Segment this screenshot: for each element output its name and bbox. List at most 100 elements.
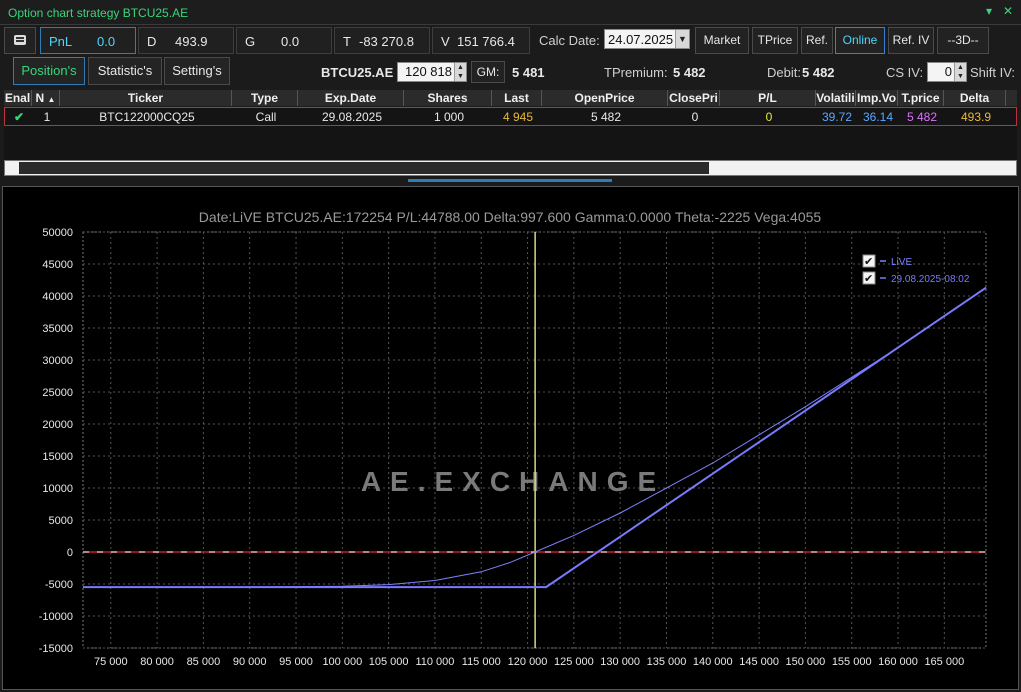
col-enabled[interactable]: Enal [4,90,32,106]
x-tick-label: 135 000 [647,656,687,668]
scrollbar-thumb[interactable] [19,162,709,174]
tab-settings[interactable]: Setting's [164,57,230,85]
col-shares[interactable]: Shares [404,90,492,106]
cs-iv-label: CS IV: [886,65,924,80]
gamma-label: G [245,34,256,49]
col-open-price[interactable]: OpenPrice [542,90,668,106]
shift-iv-label: Shift IV: [970,65,1016,80]
x-tick-label: 110 000 [415,656,454,668]
calc-date-select[interactable]: 24.07.2025 ▼ [604,29,690,49]
row-last: 4 945 [502,110,534,124]
calc-date-label: Calc Date: [539,33,600,48]
title-bar: Option chart strategy BTCU25.AE ▾ ✕ [0,0,1021,25]
col-t-price[interactable]: T.price [898,90,944,106]
chart-title: Date:LiVE BTCU25.AE:172254 P/L:44788.00 … [199,209,822,225]
legend-check-icon: ✔ [864,255,873,268]
x-tick-label: 140 000 [693,656,733,668]
row-ticker: BTC122000CQ25 [99,110,195,124]
underlying-price-value: 120 818 [405,64,452,79]
pin-dropdown-icon[interactable]: ▾ [986,4,992,18]
y-tick-label: 5000 [49,515,73,527]
col-n[interactable]: N ▲ [32,90,60,106]
col-ticker[interactable]: Ticker [60,90,232,106]
row-delta: 493.9 [960,110,992,124]
gm-button[interactable]: GM: [471,61,505,83]
x-tick-label: 120 000 [508,656,548,668]
summary-bar: Position's Statistic's Setting's BTCU25.… [0,56,1021,88]
enabled-check-icon[interactable]: ✔ [5,109,33,125]
y-tick-label: -10000 [39,611,73,623]
ref-iv-button[interactable]: Ref. IV [888,27,934,54]
col-close-price[interactable]: ClosePri [668,90,720,106]
payoff-chart[interactable]: Date:LiVE BTCU25.AE:172254 P/L:44788.00 … [3,187,1018,689]
row-open-price: 5 482 [590,110,622,124]
spinner-arrows-icon[interactable]: ▲ ▼ [454,63,466,81]
col-volatility[interactable]: Volatili [816,90,856,106]
pnl-label: PnL [49,34,73,49]
gm-value: 5 481 [512,65,545,80]
col-n-label: N [35,91,45,105]
positions-table-header: Enal N ▲ Ticker Type Exp.Date Shares Las… [4,90,1017,106]
x-tick-label: 95 000 [279,656,313,668]
tab-statistics[interactable]: Statistic's [88,57,162,85]
row-t-price: 5 482 [906,110,938,124]
theta-value: -83 270.8 [359,34,414,49]
col-type[interactable]: Type [232,90,298,106]
col-exp-date[interactable]: Exp.Date [298,90,404,106]
y-tick-label: 0 [67,547,73,559]
theta-label: T [343,34,351,49]
ref-button[interactable]: Ref. [801,27,833,54]
online-button[interactable]: Online [835,27,885,54]
gamma-cell: G 0.0 [236,27,332,54]
col-imp-vol[interactable]: Imp.Vo [856,90,898,106]
row-shares: 1 000 [433,110,465,124]
y-tick-label: 25000 [42,387,73,399]
window-title: Option chart strategy BTCU25.AE [8,6,189,20]
pane-splitter[interactable] [0,177,1021,185]
y-tick-label: 40000 [42,291,73,303]
y-tick-label: 30000 [42,355,73,367]
spinner-arrows-icon[interactable]: ▲ ▼ [954,63,966,81]
theta-cell: T -83 270.8 [334,27,430,54]
gamma-value: 0.0 [281,34,300,49]
market-button[interactable]: Market [695,27,749,54]
row-imp-vol: 36.14 [862,110,894,124]
y-tick-label: 20000 [42,419,73,431]
table-row[interactable]: ✔ 1 BTC122000CQ25 Call 29.08.2025 1 000 … [4,107,1017,126]
vega-label: V [441,34,450,49]
col-pl[interactable]: P/L [720,90,816,106]
y-tick-label: 15000 [42,451,73,463]
watermark-text: AE.EXCHANGE [361,466,665,497]
row-type: Call [255,110,277,124]
row-n: 1 [43,110,51,124]
cs-iv-spinner[interactable]: 0 ▲ ▼ [927,62,967,82]
export-icon[interactable] [4,27,36,54]
row-close-price: 0 [691,110,699,124]
horizontal-scrollbar[interactable] [4,160,1017,176]
payoff-chart-panel: Date:LiVE BTCU25.AE:172254 P/L:44788.00 … [2,186,1019,690]
symbol-label: BTCU25.AE [321,65,394,80]
y-tick-label: -5000 [45,579,73,591]
x-tick-label: 105 000 [369,656,409,668]
x-tick-label: 145 000 [739,656,779,668]
greeks-toolbar: PnL 0.0 D 493.9 G 0.0 T -83 270.8 V 151 … [0,26,1021,56]
close-icon[interactable]: ✕ [1003,4,1013,18]
tab-positions[interactable]: Position's [13,57,85,85]
chevron-down-icon[interactable]: ▼ [675,30,689,48]
legend-label: LiVE [891,257,912,268]
x-tick-label: 80 000 [140,656,174,668]
x-tick-label: 155 000 [832,656,872,668]
sort-asc-icon: ▲ [47,95,56,104]
y-tick-label: -15000 [39,643,73,655]
col-delta[interactable]: Delta [944,90,1006,106]
legend-check-icon: ✔ [864,272,873,285]
x-tick-label: 125 000 [554,656,594,668]
3d-button[interactable]: --3D-- [937,27,989,54]
x-tick-label: 100 000 [322,656,362,668]
splitter-grip[interactable] [408,179,612,182]
tprice-button[interactable]: TPrice [752,27,798,54]
col-last[interactable]: Last [492,90,542,106]
y-tick-label: 50000 [42,227,73,239]
underlying-price-spinner[interactable]: 120 818 ▲ ▼ [397,62,467,82]
row-volatility: 39.72 [821,110,853,124]
